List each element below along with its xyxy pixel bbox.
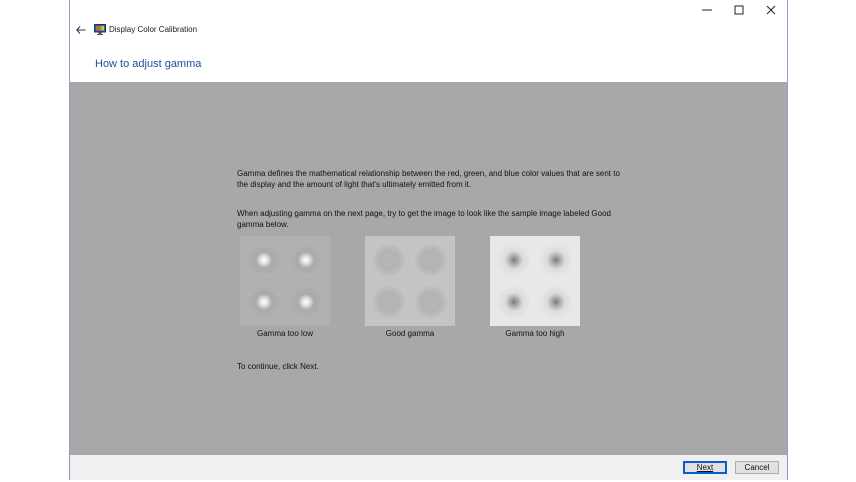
minimize-button[interactable] (691, 0, 723, 20)
maximize-button[interactable] (723, 0, 755, 20)
content-area: Gamma defines the mathematical relations… (70, 82, 787, 455)
caption-gamma-too-low: Gamma too low (256, 329, 314, 338)
back-arrow-icon (76, 26, 86, 34)
display-icon (94, 24, 106, 35)
title-bar: Display Color Calibration (70, 0, 787, 48)
back-button[interactable] (74, 23, 88, 37)
sample-gamma-too-high (490, 236, 580, 326)
next-button-label: Next (696, 463, 714, 472)
maximize-icon (734, 5, 744, 15)
cancel-button[interactable]: Cancel (735, 461, 779, 474)
calibration-window: Display Color Calibration How to adjust … (69, 0, 788, 480)
sample-gamma-too-low (240, 236, 330, 326)
window-controls (691, 0, 787, 20)
minimize-icon (702, 9, 712, 11)
cancel-button-label: Cancel (744, 463, 770, 472)
app-title: Display Color Calibration (109, 25, 198, 34)
next-button[interactable]: Next (683, 461, 727, 474)
caption-good-gamma: Good gamma (385, 329, 435, 338)
close-button[interactable] (755, 0, 787, 20)
sample-good-gamma (365, 236, 455, 326)
caption-gamma-too-high: Gamma too high (505, 329, 565, 338)
continue-instruction: To continue, click Next. (237, 362, 319, 371)
footer-bar: Next Cancel (70, 455, 787, 480)
close-icon (766, 5, 776, 15)
gamma-instruction-text: When adjusting gamma on the next page, t… (237, 209, 611, 229)
page-heading: How to adjust gamma (95, 58, 202, 70)
gamma-definition-text: Gamma defines the mathematical relations… (237, 169, 620, 189)
